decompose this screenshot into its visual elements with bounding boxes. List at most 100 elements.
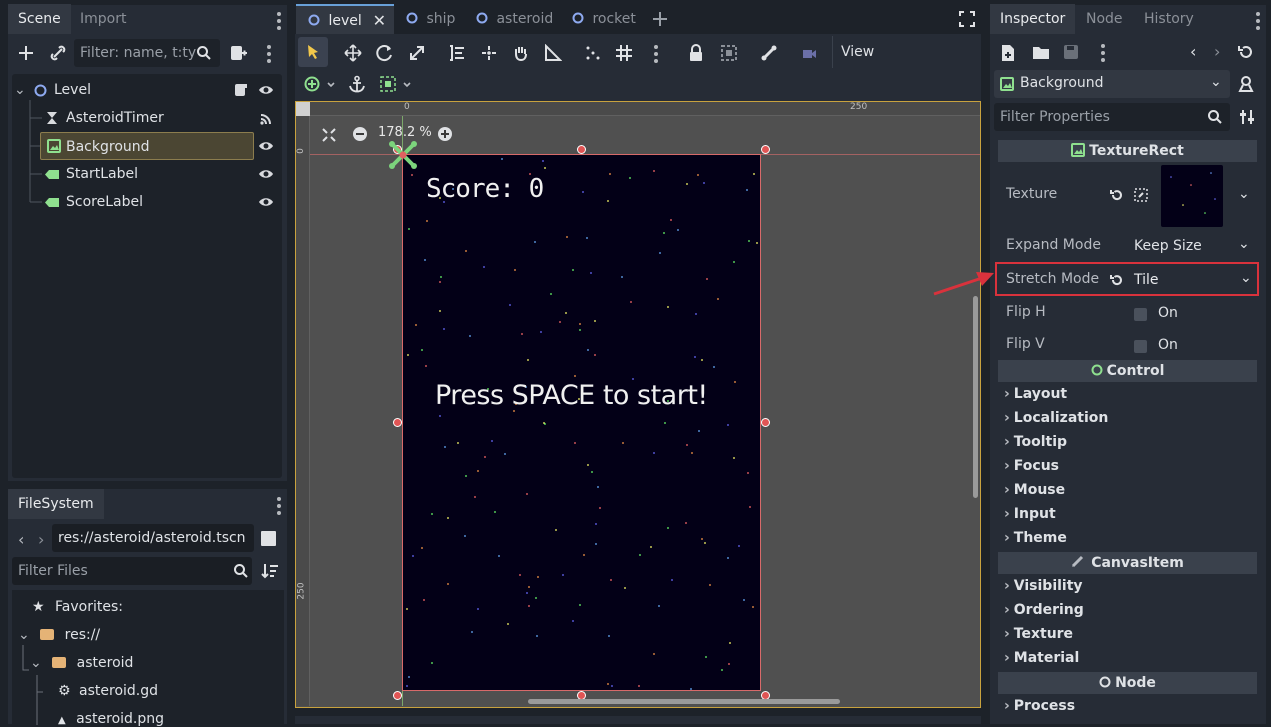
visibility-eye-icon[interactable] <box>258 168 274 180</box>
selection-handle[interactable] <box>577 145 586 154</box>
scene-menu-icon[interactable] <box>267 45 271 66</box>
chevron-down-icon[interactable]: ⌄ <box>30 655 42 671</box>
selection-handle[interactable] <box>761 145 770 154</box>
group-theme[interactable]: Theme <box>1004 530 1067 546</box>
inspector-tools-icon[interactable] <box>1101 44 1105 65</box>
group-layout[interactable]: Layout <box>1004 386 1067 402</box>
selection-handle[interactable] <box>393 691 402 700</box>
expand-mode-dropdown[interactable]: Keep Size ⌄ <box>1128 233 1258 261</box>
tree-item-background[interactable]: Background <box>40 132 254 160</box>
asteroid-png-row[interactable]: ▲ asteroid.png <box>58 711 164 727</box>
texture-preview[interactable] <box>1161 165 1223 227</box>
tab-scene[interactable]: Scene <box>8 4 71 34</box>
tab-import[interactable]: Import <box>70 4 136 34</box>
split-view-icon[interactable] <box>261 531 276 546</box>
script-icon[interactable] <box>234 83 248 97</box>
visibility-eye-icon[interactable] <box>258 84 274 96</box>
add-anchor-button[interactable] <box>304 75 336 93</box>
zoom-out-icon[interactable] <box>352 126 368 142</box>
chevron-down-icon[interactable]: ⌄ <box>1238 186 1250 202</box>
node-docs-icon[interactable] <box>1238 75 1254 93</box>
fliph-checkbox[interactable]: On <box>1128 300 1258 328</box>
texture-edit-icon[interactable] <box>1134 188 1148 202</box>
group-visibility[interactable]: Visibility <box>1004 578 1083 594</box>
group-material[interactable]: Material <box>1004 650 1080 666</box>
tab-filesystem[interactable]: FileSystem <box>8 489 104 519</box>
pivot-mode-icon[interactable] <box>480 44 498 62</box>
scene-dock-menu-icon[interactable] <box>277 12 281 33</box>
reset-stretch-icon[interactable] <box>1110 273 1124 287</box>
filesystem-filter-input[interactable]: Filter Files <box>12 557 252 585</box>
sort-icon[interactable] <box>261 562 279 580</box>
reset-texture-icon[interactable] <box>1110 188 1124 202</box>
open-folder-icon[interactable] <box>1032 44 1050 60</box>
attach-script-icon[interactable] <box>228 43 248 63</box>
group-localization[interactable]: Localization <box>1004 410 1109 426</box>
group-tooltip[interactable]: Tooltip <box>1004 434 1067 450</box>
list-select-icon[interactable] <box>448 44 466 62</box>
visibility-eye-icon[interactable] <box>258 196 274 208</box>
nav-forward-icon[interactable]: › <box>38 530 44 549</box>
bone-icon[interactable] <box>760 44 778 62</box>
tab-rocket[interactable]: rocket <box>562 4 646 34</box>
history-forward-icon[interactable]: › <box>1214 42 1220 61</box>
selection-handle[interactable] <box>393 418 402 427</box>
tab-ship[interactable]: ship <box>396 4 465 34</box>
chevron-down-icon[interactable]: ⌄ <box>18 627 30 643</box>
add-node-icon[interactable] <box>16 43 36 63</box>
select-mode-button[interactable] <box>298 37 328 67</box>
group-input[interactable]: Input <box>1004 506 1056 522</box>
tab-history[interactable]: History <box>1134 4 1204 34</box>
save-icon[interactable] <box>1063 44 1079 60</box>
visibility-eye-icon[interactable] <box>258 140 274 152</box>
zoom-in-icon[interactable] <box>437 126 453 142</box>
history-back-icon[interactable]: ‹ <box>1190 42 1196 61</box>
anchor-gizmo[interactable] <box>386 138 420 172</box>
tab-level[interactable]: level ✕ <box>296 4 394 34</box>
pan-mode-icon[interactable] <box>512 44 530 62</box>
asteroid-gd-row[interactable]: ⚙ asteroid.gd <box>58 683 158 699</box>
close-icon[interactable]: ✕ <box>373 6 386 36</box>
group-mouse[interactable]: Mouse <box>1004 482 1065 498</box>
group-process[interactable]: Process <box>1004 698 1075 714</box>
new-resource-icon[interactable] <box>1000 44 1016 62</box>
group-focus[interactable]: Focus <box>1004 458 1059 474</box>
inspector-settings-icon[interactable] <box>1239 109 1255 125</box>
rotate-mode-icon[interactable] <box>376 44 394 62</box>
group-texture[interactable]: Texture <box>1004 626 1073 642</box>
asteroid-folder-row[interactable]: ⌄ asteroid <box>30 655 133 671</box>
move-mode-icon[interactable] <box>344 44 362 62</box>
ruler-mode-icon[interactable] <box>544 44 562 62</box>
group-icon[interactable] <box>720 44 738 62</box>
link-icon[interactable] <box>48 43 68 63</box>
viewport-vscrollbar[interactable] <box>973 296 978 498</box>
lock-icon[interactable] <box>688 44 704 62</box>
snap-options-icon[interactable] <box>654 45 658 66</box>
scale-mode-icon[interactable] <box>408 44 426 62</box>
grid-snap-icon[interactable] <box>615 44 633 62</box>
inspector-dock-menu-icon[interactable] <box>1256 12 1260 33</box>
anchor-icon[interactable] <box>348 75 366 93</box>
group-ordering[interactable]: Ordering <box>1004 602 1084 618</box>
viewport-hscrollbar[interactable] <box>528 699 840 704</box>
favorites-row[interactable]: ★ Favorites: <box>32 599 123 615</box>
chevron-down-icon[interactable]: ⌄ <box>14 76 26 104</box>
selection-handle[interactable] <box>761 418 770 427</box>
inspector-filter-input[interactable]: Filter Properties <box>994 103 1230 131</box>
res-folder-row[interactable]: ⌄ res:// <box>18 627 100 643</box>
flipv-checkbox[interactable]: On <box>1128 332 1258 360</box>
filesystem-menu-icon[interactable] <box>277 497 281 518</box>
center-view-icon[interactable] <box>321 127 337 143</box>
add-tab-icon[interactable] <box>651 10 669 28</box>
smart-snap-icon[interactable] <box>584 44 602 62</box>
camera-override-icon[interactable] <box>800 44 818 62</box>
nav-back-icon[interactable]: ‹ <box>18 530 24 549</box>
signal-icon[interactable] <box>259 112 273 126</box>
container-sizing-icon[interactable] <box>380 75 416 93</box>
tab-inspector[interactable]: Inspector <box>990 4 1076 34</box>
filesystem-path-field[interactable]: res://asteroid/asteroid.tscn <box>52 524 254 552</box>
tab-node[interactable]: Node <box>1076 4 1133 34</box>
object-history-icon[interactable] <box>1238 44 1254 60</box>
node-selector[interactable]: Background ⌄ <box>994 70 1230 98</box>
view-menu-button[interactable]: View <box>832 36 882 68</box>
